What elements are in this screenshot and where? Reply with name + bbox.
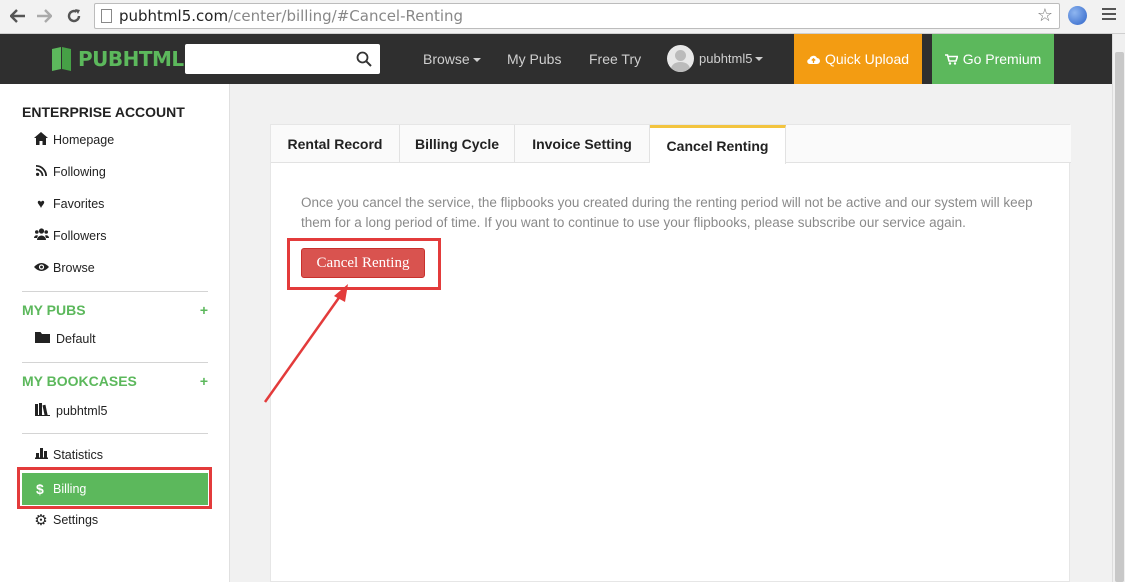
nav-my-pubs[interactable]: My Pubs bbox=[507, 51, 561, 67]
my-bookcases-heading: MY BOOKCASES + bbox=[22, 373, 208, 389]
chevron-down-icon bbox=[472, 58, 481, 63]
bar-chart-icon bbox=[33, 447, 49, 462]
scroll-thumb[interactable] bbox=[1115, 52, 1124, 582]
search-box bbox=[185, 44, 380, 74]
tab-rental-record[interactable]: Rental Record bbox=[271, 125, 400, 163]
site-header: PUBHTML5 Browse My Pubs Free Try pubhtml… bbox=[0, 34, 1112, 84]
go-premium-button[interactable]: Go Premium bbox=[932, 34, 1054, 84]
sidebar-item-label: Favorites bbox=[53, 196, 105, 211]
add-pub-button[interactable]: + bbox=[200, 302, 208, 318]
hamburger-menu-icon[interactable] bbox=[1102, 8, 1116, 22]
sidebar-item-followers[interactable]: Followers bbox=[33, 228, 107, 243]
sidebar-item-label: pubhtml5 bbox=[56, 404, 108, 418]
page-icon bbox=[101, 9, 112, 23]
divider bbox=[22, 433, 208, 434]
globe-icon[interactable] bbox=[1068, 6, 1087, 25]
user-name: pubhtml5 bbox=[699, 51, 753, 66]
tab-cancel-renting[interactable]: Cancel Renting bbox=[650, 125, 786, 164]
eye-icon bbox=[33, 260, 49, 275]
main-panel: Rental Record Billing Cycle Invoice Sett… bbox=[270, 124, 1071, 582]
sidebar-item-default[interactable]: Default bbox=[33, 331, 96, 346]
go-premium-label: Go Premium bbox=[962, 51, 1042, 67]
sidebar-item-pubhtml5[interactable]: pubhtml5 bbox=[33, 403, 107, 419]
folder-icon bbox=[33, 331, 52, 346]
rss-icon bbox=[33, 164, 49, 179]
my-pubs-label: MY PUBS bbox=[22, 302, 86, 318]
tab-billing-cycle[interactable]: Billing Cycle bbox=[400, 125, 515, 163]
bookcase-icon bbox=[33, 403, 52, 419]
billing-highlight-box bbox=[17, 467, 212, 509]
sidebar-item-homepage[interactable]: Homepage bbox=[33, 132, 114, 148]
heart-icon: ♥ bbox=[37, 196, 45, 211]
reload-icon[interactable] bbox=[62, 5, 86, 27]
cancel-button-highlight-box bbox=[287, 238, 441, 290]
nav-browse-label: Browse bbox=[423, 51, 470, 67]
sidebar-item-label: Statistics bbox=[53, 447, 104, 462]
bookmark-star-icon[interactable]: ☆ bbox=[1037, 4, 1053, 28]
search-input[interactable] bbox=[185, 44, 345, 74]
logo-book-icon bbox=[52, 46, 74, 72]
enterprise-account-heading: ENTERPRISE ACCOUNT bbox=[22, 104, 185, 120]
sidebar-item-label: Browse bbox=[53, 260, 95, 275]
user-menu[interactable]: pubhtml5 bbox=[667, 45, 764, 72]
tab-invoice-setting[interactable]: Invoice Setting bbox=[515, 125, 650, 163]
nav-browse[interactable]: Browse bbox=[423, 51, 481, 67]
shopping-cart-icon bbox=[944, 53, 958, 65]
my-bookcases-label: MY BOOKCASES bbox=[22, 373, 137, 389]
sidebar-item-label: Settings bbox=[53, 513, 99, 527]
sidebar-item-browse[interactable]: Browse bbox=[33, 260, 95, 275]
sidebar-item-settings[interactable]: ⚙ Settings bbox=[33, 511, 98, 529]
sidebar-item-label: Homepage bbox=[53, 133, 115, 147]
sidebar-item-label: Default bbox=[56, 331, 96, 346]
search-icon[interactable] bbox=[356, 51, 372, 67]
sidebar-item-favorites[interactable]: ♥ Favorites bbox=[33, 196, 104, 211]
users-icon bbox=[33, 228, 49, 243]
sidebar-item-label: Followers bbox=[53, 228, 107, 243]
cloud-upload-icon bbox=[807, 55, 820, 64]
sidebar-item-following[interactable]: Following bbox=[33, 164, 106, 179]
divider bbox=[22, 291, 208, 292]
sidebar-item-statistics[interactable]: Statistics bbox=[33, 447, 103, 462]
tab-bar: Rental Record Billing Cycle Invoice Sett… bbox=[271, 125, 1071, 164]
my-pubs-heading: MY PUBS + bbox=[22, 302, 208, 318]
home-icon bbox=[33, 132, 49, 148]
nav-free-try[interactable]: Free Try bbox=[589, 51, 641, 67]
back-arrow-icon[interactable] bbox=[6, 5, 30, 27]
avatar bbox=[667, 45, 694, 72]
scrollbar[interactable] bbox=[1112, 34, 1125, 582]
browser-toolbar: pubhtml5.com/center/billing/#Cancel-Rent… bbox=[0, 0, 1125, 34]
quick-upload-button[interactable]: Quick Upload bbox=[794, 34, 922, 84]
url-path: /center/billing/#Cancel-Renting bbox=[228, 7, 464, 25]
divider bbox=[22, 362, 208, 363]
add-bookcase-button[interactable]: + bbox=[200, 373, 208, 389]
cancel-description: Once you cancel the service, the flipboo… bbox=[301, 195, 1033, 230]
quick-upload-label: Quick Upload bbox=[824, 51, 910, 67]
address-bar[interactable]: pubhtml5.com/center/billing/#Cancel-Rent… bbox=[94, 3, 1060, 29]
forward-arrow-icon[interactable] bbox=[32, 5, 56, 27]
gear-icon: ⚙ bbox=[34, 512, 48, 529]
site-logo[interactable]: PUBHTML5 bbox=[52, 46, 198, 72]
logo-text: PUBHTML5 bbox=[78, 47, 198, 71]
url-domain: pubhtml5.com bbox=[119, 7, 229, 25]
chevron-down-icon bbox=[755, 56, 764, 61]
sidebar-item-label: Following bbox=[53, 164, 106, 179]
